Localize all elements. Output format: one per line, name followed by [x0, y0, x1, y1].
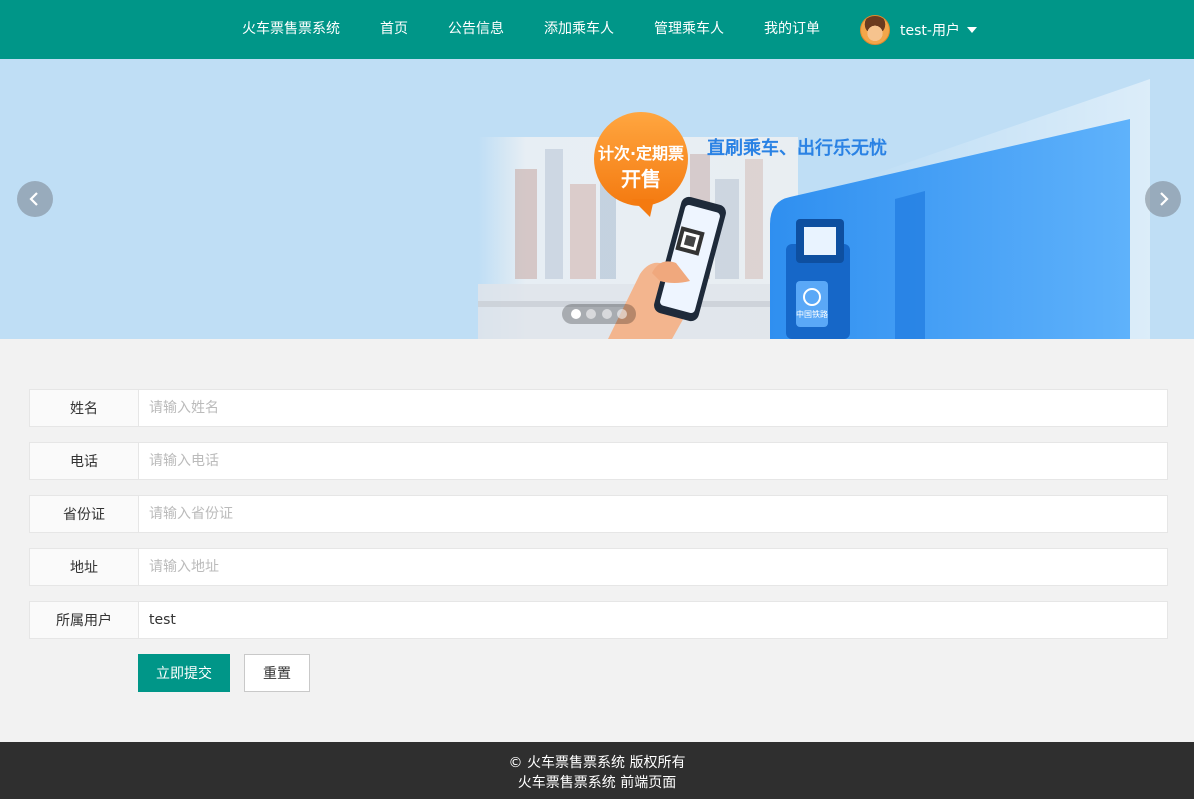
form-row-phone: 电话 — [29, 442, 1168, 480]
name-label: 姓名 — [30, 390, 139, 426]
owner-user-label: 所属用户 — [30, 602, 139, 638]
avatar — [860, 14, 890, 45]
footer-subtitle: 火车票售票系统 前端页面 — [517, 775, 677, 791]
owner-user-input[interactable] — [139, 602, 1167, 638]
name-input[interactable] — [139, 390, 1167, 426]
nav-item-my-orders[interactable]: 我的订单 — [764, 0, 820, 59]
address-label: 地址 — [30, 549, 139, 585]
chevron-right-icon — [1160, 192, 1169, 206]
carousel-dot-1[interactable] — [571, 309, 582, 319]
chevron-left-icon — [29, 192, 38, 206]
banner-slogan: 直刷乘车、出行乐无忧 — [707, 138, 887, 159]
machine-badge-text: 中国铁路 — [796, 309, 828, 319]
carousel-next-button[interactable] — [1145, 181, 1181, 217]
banner-carousel: 中国铁路 计次·定期票 开售 直刷乘车、出行乐无忧 — [0, 59, 1194, 339]
nav-item-notices[interactable]: 公告信息 — [448, 0, 504, 59]
form-row-id-card: 省份证 — [29, 495, 1168, 533]
top-navbar: 火车票售票系统 首页 公告信息 添加乘车人 管理乘车人 我的订单 test-用户 — [0, 0, 1194, 59]
id-card-label: 省份证 — [30, 496, 139, 532]
user-menu[interactable]: test-用户 — [860, 0, 977, 59]
carousel-dot-3[interactable] — [601, 309, 612, 319]
nav-brand[interactable]: 火车票售票系统 — [242, 0, 340, 59]
carousel-dot-2[interactable] — [586, 309, 597, 319]
form-row-owner-user: 所属用户 — [29, 601, 1168, 639]
id-card-input[interactable] — [139, 496, 1167, 532]
chevron-down-icon — [966, 26, 977, 33]
carousel-prev-button[interactable] — [17, 181, 53, 217]
banner-illustration: 中国铁路 — [478, 79, 1150, 339]
nav-item-add-passenger[interactable]: 添加乘车人 — [544, 0, 614, 59]
carousel-dot-4[interactable] — [616, 309, 627, 319]
address-input[interactable] — [139, 549, 1167, 585]
carousel-indicators — [562, 304, 636, 324]
submit-button[interactable]: 立即提交 — [138, 654, 230, 692]
reset-button[interactable]: 重置 — [244, 654, 310, 692]
nav-item-home[interactable]: 首页 — [380, 0, 408, 59]
form-row-address: 地址 — [29, 548, 1168, 586]
footer-copyright: © 火车票售票系统 版权所有 — [508, 755, 686, 771]
bubble-text-line2: 开售 — [621, 167, 661, 191]
form-row-name: 姓名 — [29, 389, 1168, 427]
phone-label: 电话 — [30, 443, 139, 479]
footer: © 火车票售票系统 版权所有 火车票售票系统 前端页面 — [0, 742, 1194, 799]
user-label: test-用户 — [900, 22, 960, 39]
bubble-text-line1: 计次·定期票 — [597, 144, 685, 163]
nav-item-manage-passengers[interactable]: 管理乘车人 — [654, 0, 724, 59]
phone-input[interactable] — [139, 443, 1167, 479]
